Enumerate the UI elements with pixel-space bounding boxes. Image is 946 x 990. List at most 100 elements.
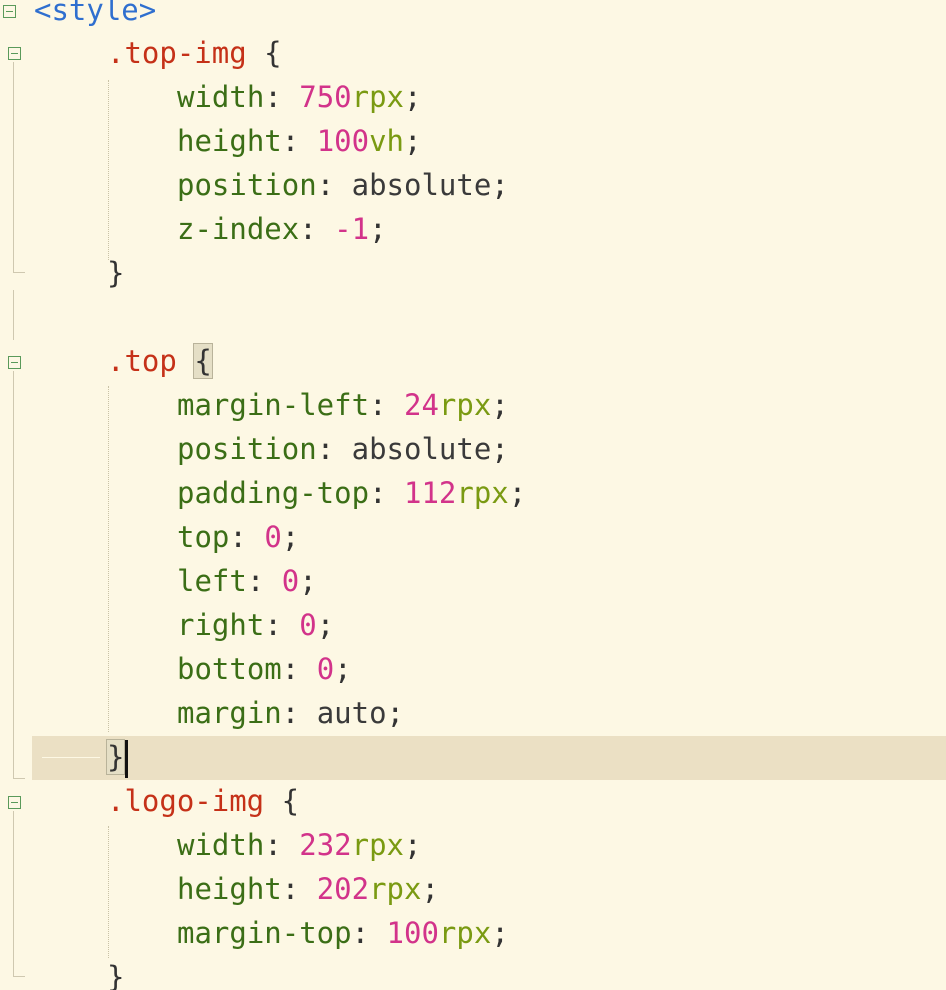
code-line[interactable]: }: [0, 735, 946, 779]
code-content: }: [105, 735, 129, 779]
unit-literal: rpx: [369, 872, 422, 906]
css-property: position: [177, 432, 317, 466]
code-content: z-index: -1;: [177, 207, 387, 251]
punctuation: ;: [404, 124, 422, 158]
punctuation: ;: [369, 212, 387, 246]
punctuation: ;: [491, 916, 509, 950]
code-content: margin-top: 100rpx;: [177, 911, 509, 955]
code-line[interactable]: position: absolute;: [0, 163, 946, 207]
unit-literal: vh: [369, 124, 404, 158]
code-content: right: 0;: [177, 603, 334, 647]
html-tag: <style>: [34, 0, 157, 27]
code-content: top: 0;: [177, 515, 299, 559]
code-content: .logo-img {: [107, 779, 299, 823]
number-literal: -1: [334, 212, 370, 246]
css-selector: .top: [107, 344, 177, 378]
code-content: width: 750rpx;: [177, 75, 421, 119]
number-literal: 100: [386, 916, 439, 950]
code-editor[interactable]: <style> .top-img { width: 750rpx; height…: [0, 0, 946, 990]
code-line[interactable]: left: 0;: [0, 559, 946, 603]
code-line[interactable]: height: 202rpx;: [0, 867, 946, 911]
punctuation: :: [316, 168, 352, 202]
punctuation: }: [107, 256, 125, 290]
punctuation: ;: [386, 696, 404, 730]
code-content: margin: auto;: [177, 691, 404, 735]
code-line[interactable]: bottom: 0;: [0, 647, 946, 691]
number-literal: 202: [316, 872, 370, 906]
punctuation: :: [281, 696, 317, 730]
code-line[interactable]: position: absolute;: [0, 427, 946, 471]
code-line[interactable]: z-index: -1;: [0, 207, 946, 251]
punctuation: :: [229, 520, 265, 554]
number-literal: 0: [299, 608, 317, 642]
code-line[interactable]: margin: auto;: [0, 691, 946, 735]
code-line[interactable]: padding-top: 112rpx;: [0, 471, 946, 515]
code-line[interactable]: margin-top: 100rpx;: [0, 911, 946, 955]
code-line[interactable]: }: [0, 251, 946, 295]
css-selector: .top-img: [107, 36, 247, 70]
css-property: margin-left: [177, 388, 370, 422]
punctuation: ;: [491, 168, 509, 202]
css-property: width: [177, 80, 265, 114]
code-line[interactable]: .logo-img {: [0, 779, 946, 823]
css-property: position: [177, 168, 317, 202]
css-property: padding-top: [177, 476, 370, 510]
number-literal: 0: [264, 520, 282, 554]
number-literal: 0: [281, 564, 300, 598]
code-line[interactable]: .top-img {: [0, 31, 946, 75]
css-property: z-index: [177, 212, 300, 246]
code-line[interactable]: .top {: [0, 339, 946, 383]
number-literal: 0: [316, 652, 335, 686]
punctuation: :: [246, 564, 282, 598]
css-property: bottom: [177, 652, 282, 686]
css-value: absolute: [351, 168, 492, 202]
number-literal: 750: [299, 80, 352, 114]
code-content: width: 232rpx;: [177, 823, 421, 867]
code-content: height: 100vh;: [177, 119, 421, 163]
text-cursor: [125, 740, 129, 778]
code-line[interactable]: right: 0;: [0, 603, 946, 647]
punctuation: :: [369, 476, 404, 510]
number-literal: 100: [316, 124, 370, 158]
css-property: height: [177, 872, 282, 906]
punctuation: ;: [281, 520, 300, 554]
punctuation: ;: [404, 828, 422, 862]
css-property: right: [177, 608, 265, 642]
code-line[interactable]: }: [0, 955, 946, 990]
code-content: height: 202rpx;: [177, 867, 439, 911]
css-property: top: [177, 520, 230, 554]
punctuation: :: [281, 872, 317, 906]
code-line[interactable]: margin-left: 24rpx;: [0, 383, 946, 427]
code-content: padding-top: 112rpx;: [177, 471, 526, 515]
punctuation: :: [316, 432, 352, 466]
punctuation: ;: [421, 872, 439, 906]
css-property: width: [177, 828, 265, 862]
number-literal: 24: [403, 388, 439, 422]
unit-literal: rpx: [351, 80, 405, 114]
code-line[interactable]: width: 750rpx;: [0, 75, 946, 119]
punctuation: :: [299, 212, 335, 246]
unit-literal: rpx: [438, 388, 492, 422]
code-content: }: [107, 955, 124, 990]
punctuation: :: [264, 608, 300, 642]
punctuation: }: [107, 960, 125, 990]
punctuation: :: [264, 80, 300, 114]
code-line[interactable]: <style>: [0, 0, 946, 32]
code-line[interactable]: top: 0;: [0, 515, 946, 559]
css-property: height: [177, 124, 282, 158]
punctuation: ;: [334, 652, 352, 686]
punctuation: :: [281, 124, 317, 158]
punctuation: {: [264, 784, 300, 818]
code-line[interactable]: [0, 295, 946, 339]
unit-literal: rpx: [456, 476, 509, 510]
code-line[interactable]: height: 100vh;: [0, 119, 946, 163]
number-literal: 112: [403, 476, 457, 510]
code-content: position: absolute;: [177, 163, 509, 207]
code-content: bottom: 0;: [177, 647, 352, 691]
punctuation: ;: [299, 564, 317, 598]
punctuation: :: [264, 828, 300, 862]
unit-literal: rpx: [351, 828, 405, 862]
matched-brace: }: [105, 739, 126, 775]
code-content: position: absolute;: [177, 427, 509, 471]
code-line[interactable]: width: 232rpx;: [0, 823, 946, 867]
